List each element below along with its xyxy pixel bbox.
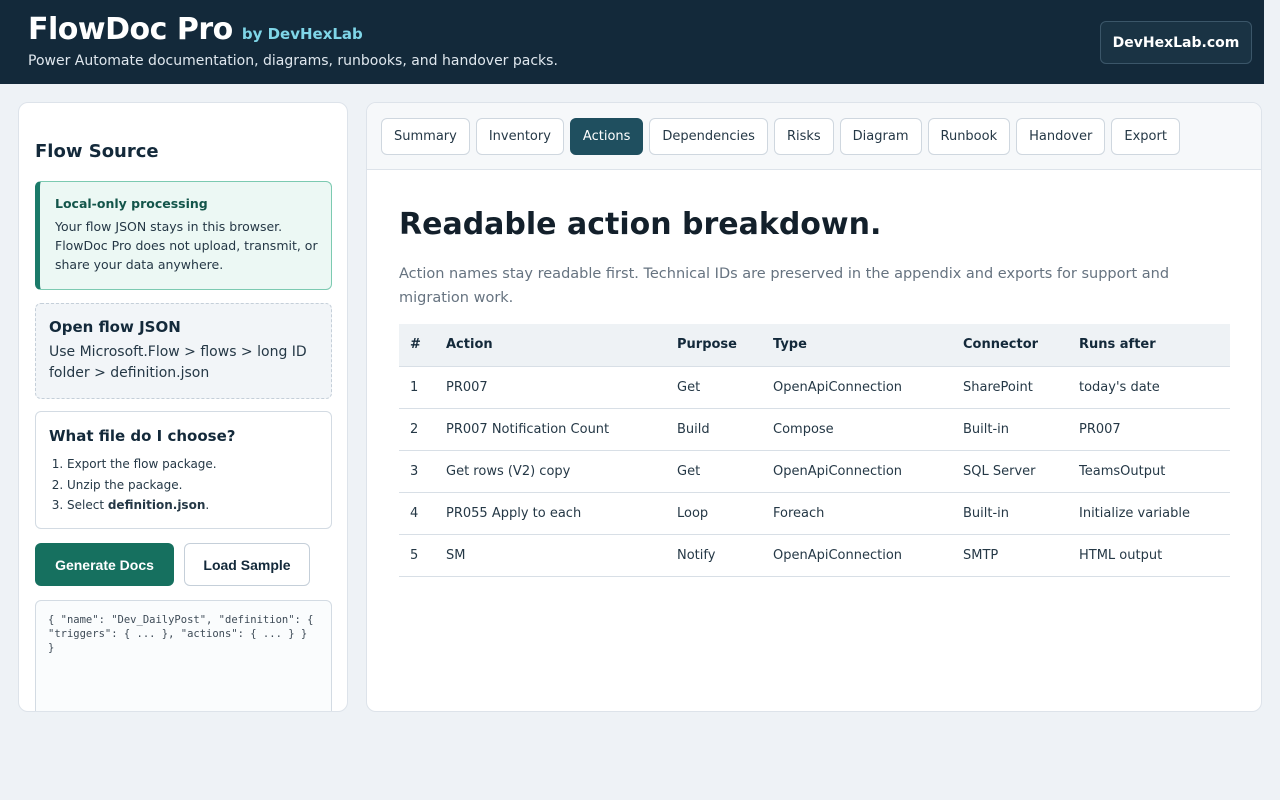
column-header: Connector — [952, 324, 1068, 367]
column-header: # — [399, 324, 435, 367]
table-cell: Built-in — [952, 492, 1068, 535]
tab-diagram[interactable]: Diagram — [839, 118, 922, 155]
list-item: Unzip the package. — [67, 475, 318, 496]
list-item: Select definition.json. — [67, 495, 318, 516]
table-row: 5 SM Notify OpenApiConnection SMTP HTML … — [399, 534, 1230, 577]
table-cell: SharePoint — [952, 366, 1068, 409]
load-sample-button[interactable]: Load Sample — [184, 543, 310, 586]
tab-inventory[interactable]: Inventory — [475, 118, 564, 155]
table-row: 3 Get rows (V2) copy Get OpenApiConnecti… — [399, 450, 1230, 493]
table-cell: OpenApiConnection — [762, 450, 952, 493]
table-header-row: # Action Purpose Type Connector Runs aft… — [399, 324, 1230, 367]
open-flow-json-dropzone[interactable]: Open flow JSON Use Microsoft.Flow > flow… — [35, 303, 332, 399]
table-cell: SM — [435, 534, 666, 577]
table-cell: SMTP — [952, 534, 1068, 577]
open-card-title: Open flow JSON — [49, 318, 181, 336]
tab-runbook[interactable]: Runbook — [927, 118, 1011, 155]
generate-docs-button[interactable]: Generate Docs — [35, 543, 174, 586]
table-cell: 3 — [399, 450, 435, 493]
file-help-title: What file do I choose? — [49, 427, 236, 445]
table-cell: PR007 — [435, 366, 666, 409]
local-processing-notice: Local-only processing Your flow JSON sta… — [35, 181, 332, 290]
table-cell: SQL Server — [952, 450, 1068, 493]
table-cell: 1 — [399, 366, 435, 409]
tab-actions[interactable]: Actions — [569, 118, 644, 155]
table-cell: 5 — [399, 534, 435, 577]
step-suffix: . — [205, 498, 210, 512]
table-cell: PR007 Notification Count — [435, 408, 666, 451]
page-title: Readable action breakdown. — [399, 207, 882, 242]
step-filename: definition.json — [107, 498, 206, 512]
table-cell: Built-in — [952, 408, 1068, 451]
table-cell: Loop — [666, 492, 762, 535]
file-help-steps: Export the flow package. Unzip the packa… — [49, 454, 318, 516]
column-header: Runs after — [1068, 324, 1230, 367]
table-cell: TeamsOutput — [1068, 450, 1230, 493]
table-cell: Compose — [762, 408, 952, 451]
table-cell: Initialize variable — [1068, 492, 1230, 535]
tab-export[interactable]: Export — [1111, 118, 1180, 155]
table-cell: OpenApiConnection — [762, 366, 952, 409]
page-description: Action names stay readable first. Techni… — [399, 266, 1170, 306]
actions-table: # Action Purpose Type Connector Runs aft… — [399, 324, 1230, 577]
table-row: 4 PR055 Apply to each Loop Foreach Built… — [399, 492, 1230, 535]
table-cell: Build — [666, 408, 762, 451]
app-tagline: Power Automate documentation, diagrams, … — [28, 53, 558, 69]
documentation-panel: Summary Inventory Actions Dependencies R… — [366, 102, 1262, 712]
table-cell: 2 — [399, 408, 435, 451]
brand: FlowDoc Pro by DevHexLab — [28, 12, 363, 47]
table-cell: PR055 Apply to each — [435, 492, 666, 535]
notice-text: Your flow JSON stays in this browser. Fl… — [55, 219, 318, 272]
tab-risks[interactable]: Risks — [773, 118, 834, 155]
app-header: FlowDoc Pro by DevHexLab Power Automate … — [0, 0, 1264, 84]
tab-summary[interactable]: Summary — [381, 118, 470, 155]
table-cell: PR007 — [1068, 408, 1230, 451]
flow-source-panel: Flow Source Local-only processing Your f… — [18, 102, 348, 712]
column-header: Action — [435, 324, 666, 367]
table-cell: Foreach — [762, 492, 952, 535]
app-title: FlowDoc Pro — [28, 12, 233, 47]
notice-title: Local-only processing — [55, 196, 208, 211]
table-cell: 4 — [399, 492, 435, 535]
table-row: 2 PR007 Notification Count Build Compose… — [399, 408, 1230, 451]
table-cell: today's date — [1068, 366, 1230, 409]
flow-json-textarea[interactable]: { "name": "Dev_DailyPost", "definition":… — [35, 600, 332, 711]
open-card-text: Use Microsoft.Flow > flows > long ID fol… — [49, 344, 307, 381]
table-cell: Get rows (V2) copy — [435, 450, 666, 493]
table-cell: Notify — [666, 534, 762, 577]
step-text: Select — [67, 498, 108, 512]
column-header: Type — [762, 324, 952, 367]
tab-bar: Summary Inventory Actions Dependencies R… — [367, 103, 1261, 170]
tab-dependencies[interactable]: Dependencies — [649, 118, 768, 155]
file-help-card: What file do I choose? Export the flow p… — [35, 411, 332, 529]
tab-handover[interactable]: Handover — [1016, 118, 1106, 155]
table-cell: Get — [666, 450, 762, 493]
panel-title: Flow Source — [35, 141, 159, 162]
table-row: 1 PR007 Get OpenApiConnection SharePoint… — [399, 366, 1230, 409]
table-cell: HTML output — [1068, 534, 1230, 577]
devhexlab-site-button[interactable]: DevHexLab.com — [1100, 21, 1252, 64]
app-by-line: by DevHexLab — [241, 25, 363, 43]
tab-list: Summary Inventory Actions Dependencies R… — [381, 118, 1180, 155]
table-cell: OpenApiConnection — [762, 534, 952, 577]
column-header: Purpose — [666, 324, 762, 367]
table-cell: Get — [666, 366, 762, 409]
list-item: Export the flow package. — [67, 454, 318, 475]
